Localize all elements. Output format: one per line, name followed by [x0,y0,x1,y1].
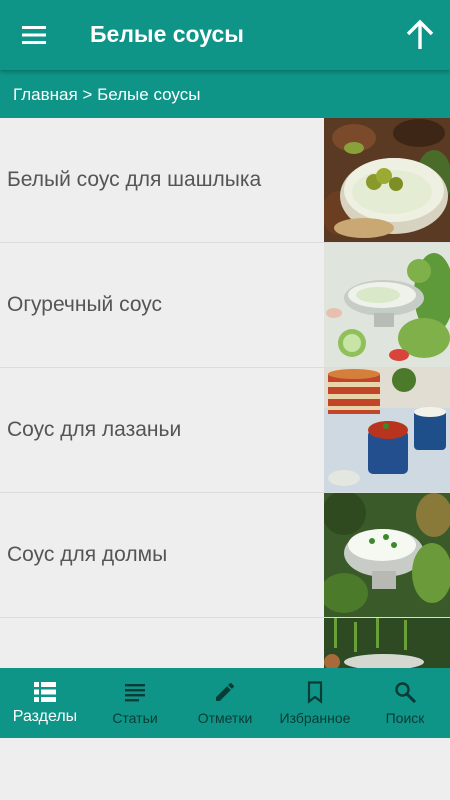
recipe-thumbnail [324,493,450,617]
breadcrumb-path[interactable]: Главная > Белые соусы [13,85,200,105]
nav-label: Статьи [112,710,158,726]
page-title: Белые соусы [90,21,244,47]
recipe-list-item[interactable] [0,618,450,668]
pencil-icon [216,682,235,701]
nav-item-favorites[interactable]: Избранное [270,668,360,738]
bookmark-icon [307,681,323,704]
recipe-title: Огуречный соус [7,293,163,316]
hamburger-menu-icon [22,26,46,44]
nav-label: Разделы [12,708,78,725]
recipe-title: Соус для лазаньи [7,418,182,441]
recipe-title: Белый соус для шашлыка [7,168,262,191]
nav-item-sections[interactable]: Разделы [0,668,90,738]
recipe-thumbnail [324,118,450,242]
view-list-icon [34,682,56,702]
nav-item-search[interactable]: Поиск [360,668,450,738]
nav-label: Отметки [197,710,253,726]
recipe-thumbnail [324,618,450,668]
recipe-list: Белый соус для шашлыка Огуречный соус Со… [0,118,450,668]
recipe-title: Соус для долмы [7,543,168,566]
recipe-list-item[interactable]: Белый соус для шашлыка [0,118,450,243]
scroll-up-button[interactable] [400,13,444,57]
bottom-navigation: Разделы Статьи Отметки Избранное Поиск [0,668,450,738]
breadcrumb: Главная > Белые соусы [0,70,450,118]
nav-item-articles[interactable]: Статьи [90,668,180,738]
nav-item-notes[interactable]: Отметки [180,668,270,738]
recipe-list-item[interactable]: Огуречный соус [0,243,450,368]
nav-label: Поиск [385,710,425,726]
recipe-list-item[interactable]: Соус для лазаньи [0,368,450,493]
recipe-thumbnail [324,243,450,367]
app-bar: Белые соусы [0,0,450,70]
search-icon [395,682,417,704]
article-lines-icon [125,684,145,702]
arrow-up-icon [406,19,434,49]
recipe-thumbnail [324,368,450,492]
recipe-list-item[interactable]: Соус для долмы [0,493,450,618]
nav-label: Избранное [279,710,351,726]
menu-button[interactable] [10,13,58,57]
